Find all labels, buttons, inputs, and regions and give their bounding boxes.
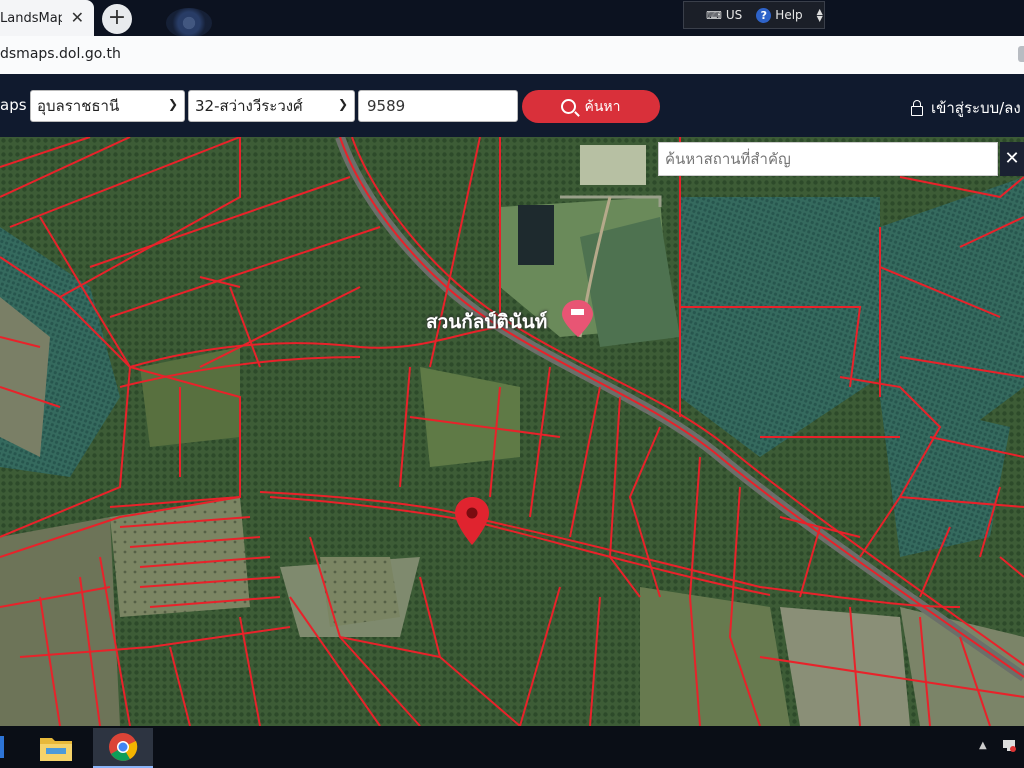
address-bar[interactable]: dsmaps.dol.go.th — [0, 36, 1024, 75]
close-tab-icon[interactable]: ✕ — [71, 9, 84, 27]
province-select[interactable]: อุบลราชธานี ❯ — [30, 90, 185, 122]
parcel-number-input[interactable] — [358, 90, 518, 122]
language-code[interactable]: US — [726, 8, 742, 22]
chrome-logo-icon — [166, 8, 212, 38]
place-search-input[interactable] — [658, 142, 998, 176]
start-edge[interactable] — [0, 736, 4, 758]
map-view[interactable]: ✕ สวนกัลป์ตินันท์ — [0, 137, 1024, 726]
district-select[interactable]: 32-สว่างวีระวงศ์ ❯ — [188, 90, 355, 122]
chevron-down-icon: ❯ — [167, 97, 178, 111]
search-button-label: ค้นหา — [584, 98, 621, 115]
chevron-down-icon: ❯ — [337, 97, 348, 111]
help-icon[interactable]: ? — [756, 7, 772, 23]
file-explorer-icon[interactable] — [38, 732, 74, 764]
satellite-map[interactable] — [0, 137, 1024, 726]
district-value: 32-สว่างวีระวงศ์ — [195, 97, 303, 115]
browser-menu-edge — [1018, 46, 1024, 62]
search-icon — [561, 99, 577, 114]
new-tab-button[interactable]: + — [102, 4, 132, 34]
browser-tab-strip: LandsMaps ✕ + ⌨ US ? Help ▲▼ — [0, 0, 1024, 38]
language-bar-options-icon[interactable]: ▲ ▼ — [817, 8, 823, 23]
poi-label: สวนกัลป์ตินันท์ — [426, 311, 548, 333]
taskbar: ▲ — [0, 726, 1024, 768]
help-label[interactable]: Help — [775, 8, 802, 22]
browser-tab[interactable]: LandsMaps ✕ — [0, 0, 94, 36]
search-button[interactable]: ค้นหา — [522, 90, 660, 123]
language-bar[interactable]: ⌨ US ? Help ▲ ▼ — [683, 1, 825, 29]
app-header: aps อุบลราชธานี ❯ 32-สว่างวีระวงศ์ ❯ ค้น… — [0, 74, 1024, 137]
login-label: เข้าสู่ระบบ/ลง — [931, 99, 1021, 117]
url-text[interactable]: dsmaps.dol.go.th — [0, 46, 121, 62]
chrome-icon — [109, 733, 138, 761]
app-brand: aps — [0, 96, 27, 114]
province-value: อุบลราชธานี — [37, 97, 120, 115]
login-link[interactable]: เข้าสู่ระบบ/ลง — [911, 96, 1021, 120]
network-icon[interactable] — [1002, 738, 1016, 752]
close-icon[interactable]: ✕ — [1000, 142, 1024, 176]
tab-title: LandsMaps — [0, 10, 62, 26]
lock-icon — [911, 99, 923, 116]
tray-expand-icon[interactable]: ▲ — [979, 740, 987, 751]
keyboard-icon: ⌨ — [706, 8, 722, 22]
taskbar-chrome-button[interactable] — [93, 728, 153, 768]
